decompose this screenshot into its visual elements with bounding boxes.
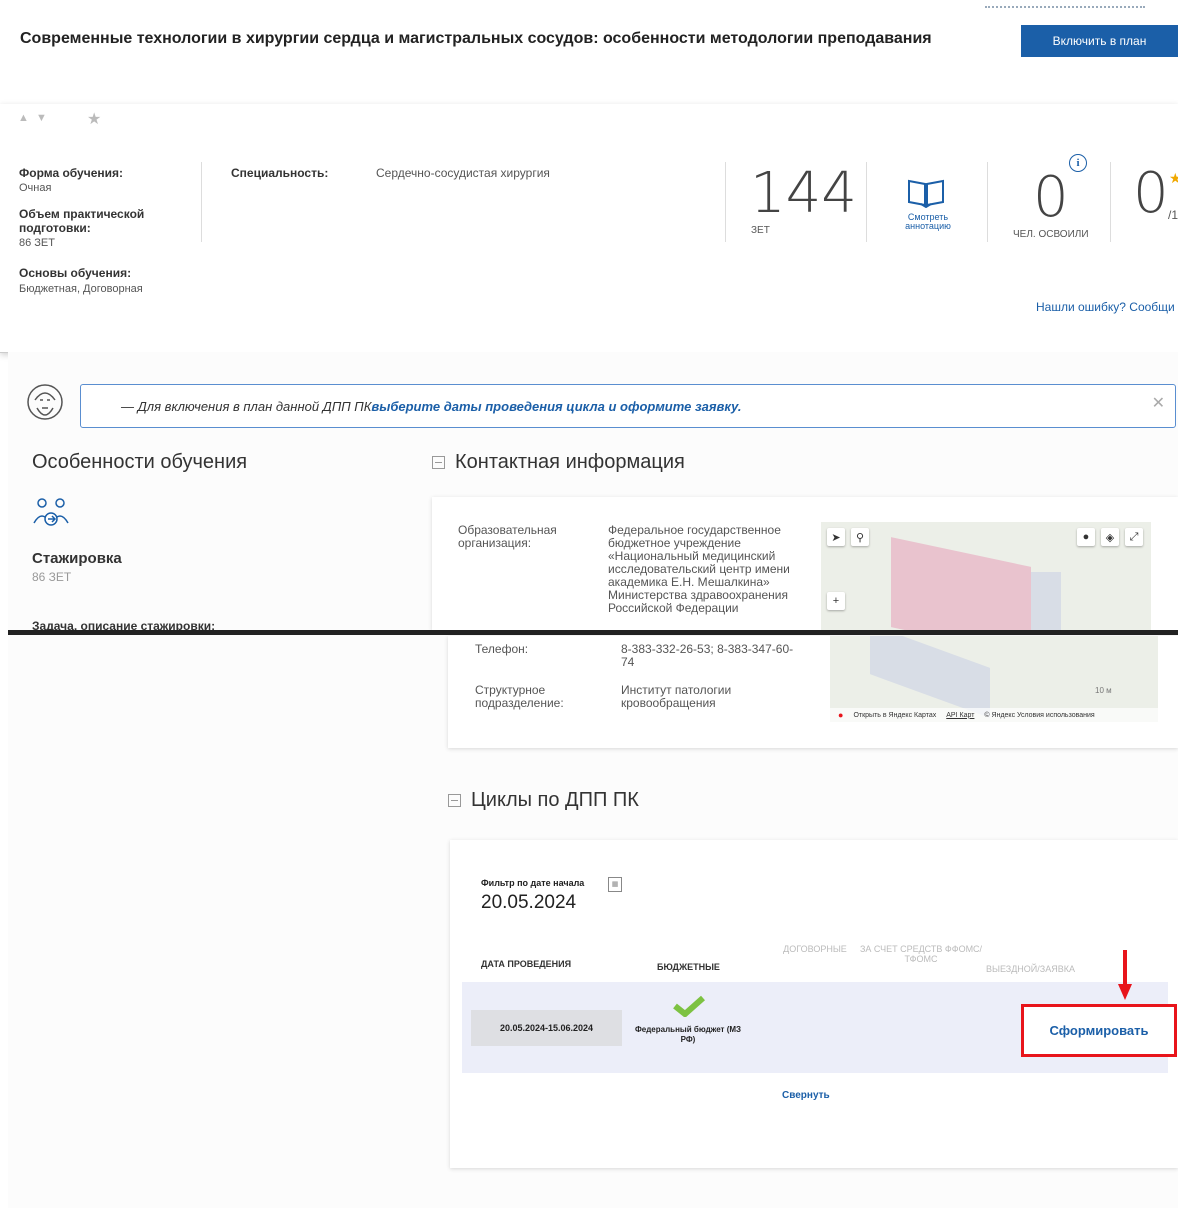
col-contract: ДОГОВОРНЫЕ [783,944,847,954]
col-foms: ЗА СЧЕТ СРЕДСТВ ФФОМС/ ТФОМС [859,944,983,964]
features-title: Особенности обучения [32,451,248,473]
thumbs-up-icon[interactable]: ▲ [18,112,29,124]
cycle-budget: Федеральный бюджет (МЗ РФ) [634,1025,742,1044]
dept-label: Структурное подразделение: [475,683,564,710]
basis-value: Бюджетная, Договорная [19,283,143,295]
divider [201,162,202,242]
specialty-value: Сердечно-сосудистая хирургия [376,166,550,180]
include-in-plan-button[interactable]: Включить в план [1021,25,1178,57]
close-icon[interactable]: ✕ [1152,393,1165,413]
hint-prefix: — Для включения в план данной ДПП ПК [121,398,372,414]
locate-icon[interactable]: ➤ [827,528,845,546]
dept-value: Институт патологии кровообращения [621,683,732,710]
collapse-icon[interactable] [448,794,461,808]
view-annotation-link[interactable]: Смотреть аннотацию [893,213,963,231]
form-label: Форма обучения: [19,166,123,180]
org-value: Федеральное государственное бюджетное уч… [608,524,790,615]
cycles-header[interactable]: Циклы по ДПП ПК [448,789,639,812]
cycles-title: Циклы по ДПП ПК [471,789,639,811]
calendar-icon[interactable]: ▦ [608,877,622,892]
assistant-avatar-icon [25,382,65,431]
internship-zet: 86 ЗЕТ [32,570,72,584]
filter-date-input[interactable]: 20.05.2024 [481,892,576,914]
map-scale: 10 м [1095,686,1112,695]
rating-star-icon: ★ [1169,170,1178,186]
traffic-icon[interactable]: ● [1077,528,1095,546]
practice-label: Объем практической подготовки: [19,207,145,235]
collapse-icon[interactable] [432,456,445,470]
map-pin-icon: ● [838,710,844,720]
screenshot-splice-line [8,630,1178,635]
map-api-link[interactable]: API Карт [946,712,974,719]
mastered-label: ЧЕЛ. ОСВОИЛИ [1013,229,1089,240]
fullscreen-icon[interactable]: ⤢ [1125,528,1143,546]
book-icon[interactable] [906,178,946,213]
form-application-button[interactable]: Сформировать [1021,1004,1177,1057]
hint-link[interactable]: выберите даты проведения цикла и оформит… [371,399,741,414]
hint-banner: — Для включения в план данной ДПП ПК выб… [80,384,1176,428]
thumbs-down-icon[interactable]: ▼ [36,112,47,124]
open-in-yandex-link[interactable]: Открыть в Яндекс Картах [853,712,936,719]
zet-label: ЗЕТ [751,225,770,236]
map-bottom[interactable]: 10 м ● Открыть в Яндекс Картах API Карт … [830,636,1158,722]
red-arrow-icon [1118,950,1132,1007]
contacts-header[interactable]: Контактная информация [432,451,685,474]
org-label: Образовательная организация: [458,523,557,550]
collapse-link[interactable]: Свернуть [782,1090,830,1101]
divider [866,162,867,242]
form-value: Очная [19,182,52,194]
cycle-date: 20.05.2024-15.06.2024 [471,1010,622,1046]
zoom-in-icon[interactable]: + [827,592,845,610]
phone-value: 8-383-332-26-53; 8-383-347-60-74 [621,642,794,669]
map-top[interactable]: ➤ ⚲ ● ◈ ⤢ + [821,522,1151,630]
basis-label: Основы обучения: [19,266,132,280]
practice-value: 86 ЗЕТ [19,237,55,249]
top-decoration [985,6,1145,12]
col-date: ДАТА ПРОВЕДЕНИЯ [481,959,572,969]
filter-label: Фильтр по дате начала [481,878,585,888]
col-onsite: ВЫЕЗДНОЙ/ЗАЯВКА [986,964,1075,974]
check-icon [672,995,706,1022]
divider [725,162,726,242]
divider [1110,162,1111,242]
divider [987,162,988,242]
favorite-star-icon[interactable]: ★ [87,109,101,129]
contacts-title: Контактная информация [455,451,685,473]
page-title: Современные технологии в хирургии сердца… [20,30,932,47]
internship-type: Стажировка [32,550,122,567]
rating-suffix: /1 [1168,208,1178,222]
layers-icon[interactable]: ◈ [1101,528,1119,546]
col-budget: БЮДЖЕТНЫЕ [657,962,720,972]
mastered-count: 0 [1033,165,1069,230]
phone-label: Телефон: [475,642,529,656]
info-icon[interactable]: i [1069,154,1087,172]
like-dislike-icons[interactable]: ▲ ▼ [18,112,47,124]
zet-count: 144 [750,161,857,226]
program-info-card: ▲ ▼ ★ Форма обучения: Очная Объем практи… [0,104,1178,353]
map-terms[interactable]: © Яндекс Условия использования [984,712,1094,719]
specialty-label: Специальность: [231,166,329,180]
rating-value: 0 [1133,161,1169,226]
report-error-link[interactable]: Нашли ошибку? Сообщи [1036,300,1175,314]
internship-icon [32,497,72,534]
map-search-icon[interactable]: ⚲ [851,528,869,546]
